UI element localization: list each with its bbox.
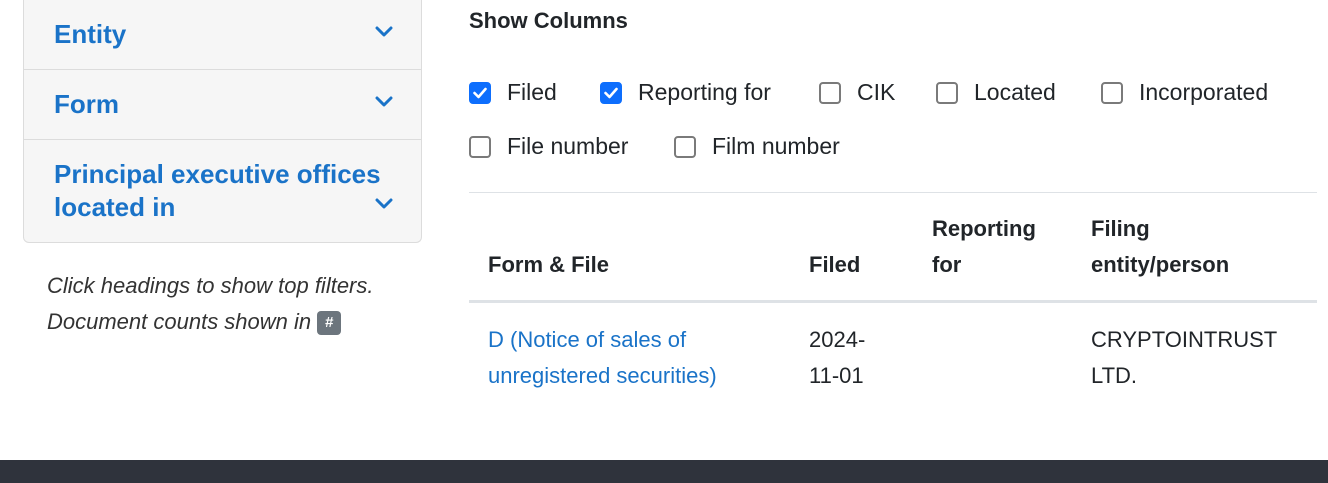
table-header-border — [469, 300, 1317, 303]
accordion-form-label[interactable]: Form — [54, 88, 119, 121]
filed-date: 2024-11-01 — [809, 327, 866, 388]
page-footer — [0, 460, 1328, 483]
checkbox[interactable] — [469, 81, 491, 104]
column-toggle-label: Filed — [507, 79, 557, 105]
checkbox[interactable] — [1101, 81, 1123, 104]
filter-hint: Click headings to show top filters. Docu… — [47, 268, 374, 340]
checkbox[interactable] — [819, 81, 841, 104]
chevron-down-icon[interactable] — [375, 96, 393, 108]
column-toggle-filed[interactable]: Filed — [469, 79, 557, 106]
checkbox[interactable] — [469, 135, 491, 158]
column-toggle-label: File number — [507, 133, 629, 159]
column-toggle-file-number[interactable]: File number — [469, 133, 628, 160]
column-header-filed[interactable]: Filed — [809, 247, 860, 283]
checkbox[interactable] — [674, 135, 696, 158]
column-toggle-label: CIK — [857, 79, 896, 105]
column-toggle-label: Film number — [712, 133, 840, 159]
checkbox[interactable] — [600, 81, 622, 104]
accordion-principal-offices[interactable]: Principal executive offices located in — [24, 140, 421, 242]
checkbox[interactable] — [936, 81, 958, 104]
hint-line-2: Document counts shown in — [47, 309, 312, 334]
column-toggle-reporting-for[interactable]: Reporting for — [600, 79, 771, 106]
chevron-down-icon[interactable] — [375, 26, 393, 38]
show-columns-title: Show Columns — [469, 8, 628, 33]
column-toggle-label: Located — [974, 79, 1056, 105]
accordion-form[interactable]: Form — [24, 70, 421, 140]
column-toggle-label: Incorporated — [1139, 79, 1269, 105]
accordion-entity-label[interactable]: Entity — [54, 18, 126, 51]
accordion-principal-offices-label[interactable]: Principal executive offices located in — [54, 158, 394, 224]
section-divider — [469, 192, 1317, 193]
column-toggle-label: Reporting for — [638, 79, 771, 105]
count-badge: # — [317, 311, 342, 335]
form-file-link[interactable]: D (Notice of sales of unregistered secur… — [488, 322, 778, 394]
column-toggle-located[interactable]: Located — [936, 79, 1056, 106]
filing-entity-cell: CRYPTOINTRUST LTD. — [1091, 327, 1277, 388]
filter-accordion: Entity Form Principal executive offices … — [23, 0, 422, 243]
chevron-down-icon[interactable] — [375, 198, 393, 210]
accordion-entity[interactable]: Entity — [24, 0, 421, 70]
column-header-reporting-for[interactable]: Reporting for — [932, 211, 1052, 283]
column-header-filing-entity[interactable]: Filing entity/person — [1091, 211, 1261, 283]
column-header-form-file[interactable]: Form & File — [488, 247, 609, 283]
column-toggle-incorporated[interactable]: Incorporated — [1101, 79, 1268, 106]
column-toggle-cik[interactable]: CIK — [819, 79, 895, 106]
column-toggle-film-number[interactable]: Film number — [674, 133, 840, 160]
hint-line-1: Click headings to show top filters. — [47, 273, 374, 298]
